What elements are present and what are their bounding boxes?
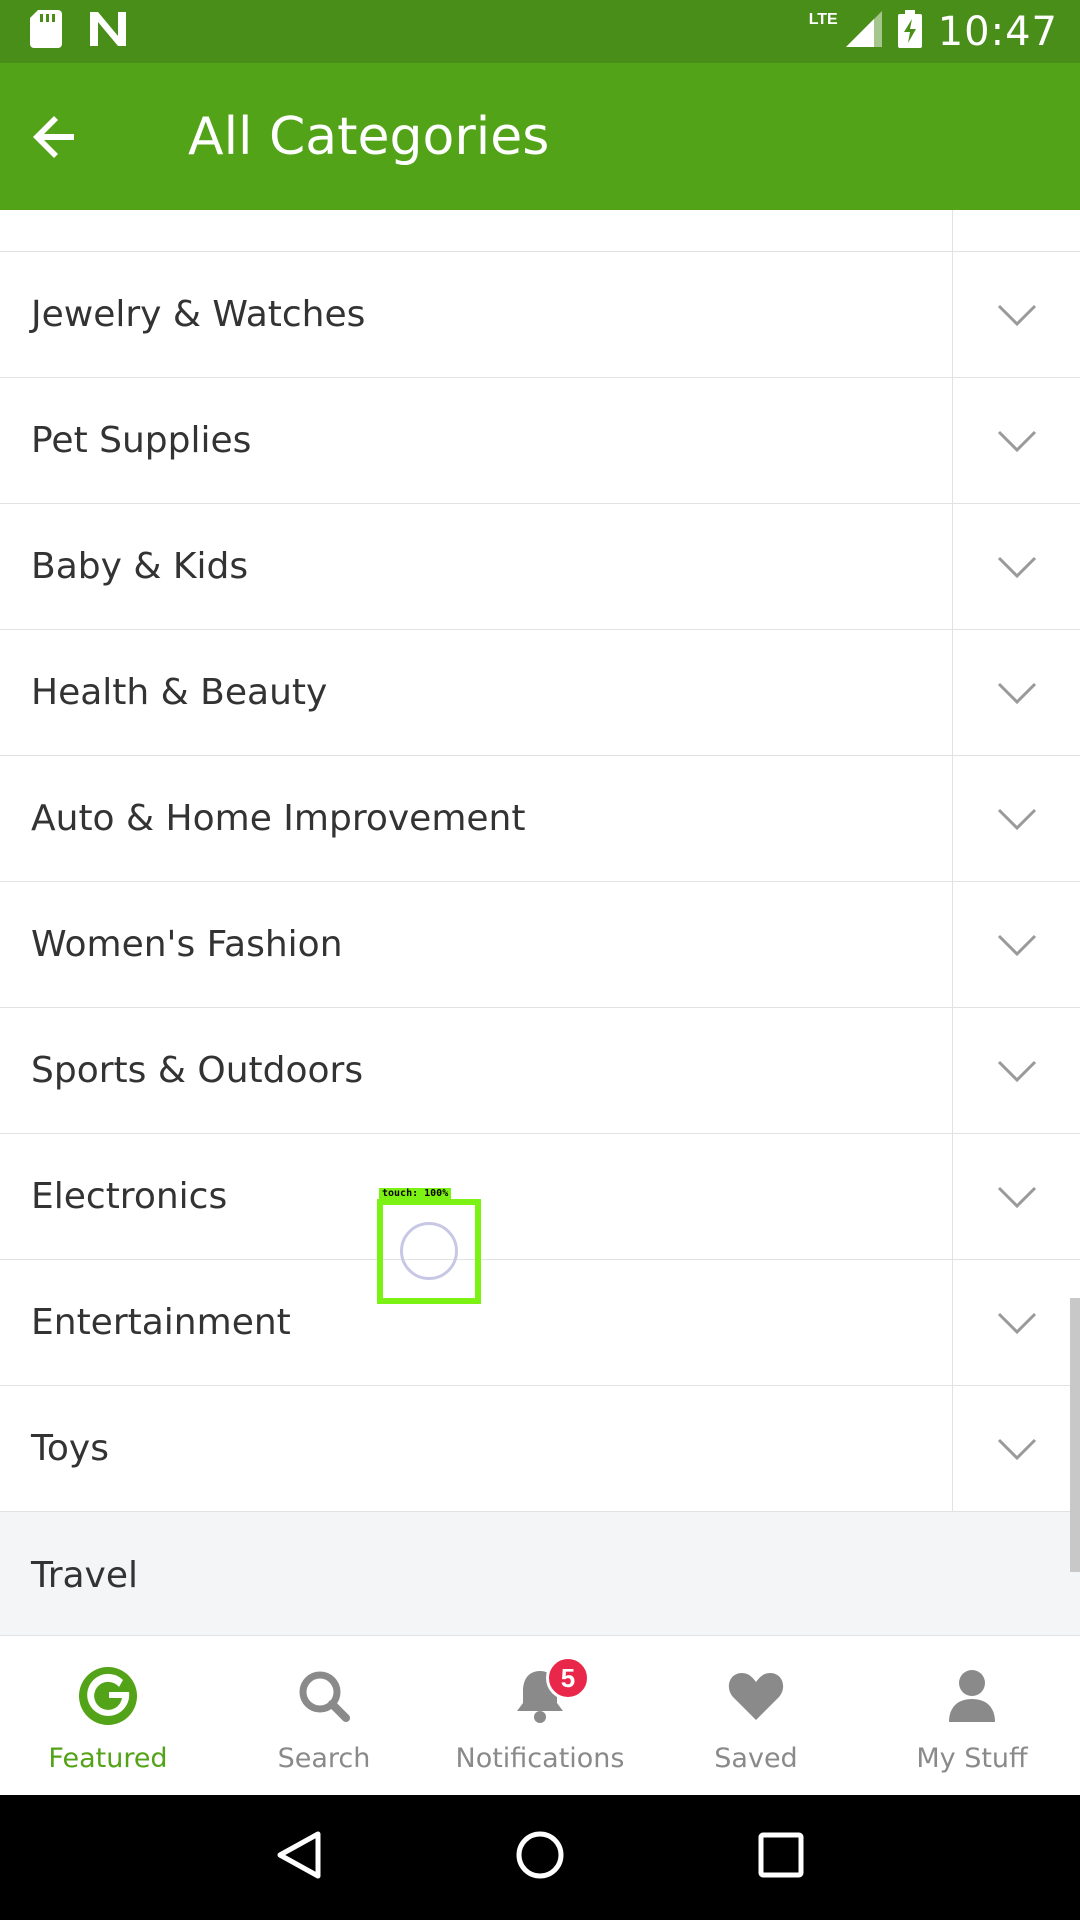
category-label: Women's Fashion [0,882,953,1007]
category-label: Auto & Home Improvement [0,756,953,881]
nav-my-stuff[interactable]: My Stuff [864,1636,1080,1795]
chevron-down-icon [997,682,1036,704]
expand-button[interactable] [953,378,1080,503]
nav-label: Notifications [455,1743,625,1774]
nav-label: My Stuff [916,1743,1028,1774]
n-notification-icon [88,12,128,51]
chevron-down-icon [997,556,1036,578]
chevron-down-icon [997,304,1036,326]
category-item[interactable]: Jewelry & Watches [0,252,1080,378]
category-item[interactable]: Sports & Outdoors [0,1008,1080,1134]
expand-button[interactable] [953,1386,1080,1511]
signal-icon [845,11,882,52]
category-label: Toys [0,1386,953,1511]
nav-saved[interactable]: Saved [648,1636,864,1795]
category-label: Health & Beauty [0,630,953,755]
circle-home-icon [516,1831,564,1879]
sd-card-icon [30,10,62,53]
category-label-partial [0,210,953,251]
category-item[interactable]: Pet Supplies [0,378,1080,504]
battery-charging-icon [897,10,922,53]
expand-button[interactable] [953,504,1080,629]
category-label: Jewelry & Watches [0,252,953,377]
expand-button[interactable] [953,756,1080,881]
groupon-g-icon [78,1666,138,1726]
category-item-travel[interactable]: Travel [0,1512,1080,1635]
expand-button[interactable] [953,1134,1080,1259]
notification-badge: 5 [546,1656,590,1700]
category-item[interactable]: Toys [0,1386,1080,1512]
chevron-down-icon [997,430,1036,452]
square-recents-icon [758,1832,804,1878]
nav-featured[interactable]: Featured [0,1636,216,1795]
chevron-down-icon [997,1060,1036,1082]
nav-notifications[interactable]: 5 Notifications [432,1636,648,1795]
category-list[interactable]: Jewelry & Watches Pet Supplies Baby & Ki… [0,210,1080,1635]
system-home-button[interactable] [515,1830,565,1885]
category-label: Baby & Kids [0,504,953,629]
chevron-down-icon [997,1312,1036,1334]
expand-button[interactable] [953,1008,1080,1133]
nav-label: Featured [48,1743,168,1774]
heart-icon [726,1666,786,1726]
expand-button[interactable] [953,630,1080,755]
touch-indicator-circle [400,1222,458,1280]
app-bar: All Categories [0,63,1080,210]
expand-button[interactable] [953,882,1080,1007]
category-item[interactable]: Entertainment [0,1260,1080,1386]
network-type: LTE [808,10,838,28]
scrollbar[interactable] [1070,1298,1080,1572]
nav-search[interactable]: Search [216,1636,432,1795]
bottom-nav: Featured Search 5 Notifications Saved My… [0,1635,1080,1795]
category-item[interactable]: Baby & Kids [0,504,1080,630]
chevron-down-icon [997,1186,1036,1208]
expand-button[interactable] [953,1260,1080,1385]
back-button[interactable] [0,63,150,210]
category-label: Travel [31,1554,139,1596]
nav-label: Saved [714,1743,798,1774]
person-icon [942,1666,1002,1726]
category-item[interactable]: Auto & Home Improvement [0,756,1080,882]
category-item[interactable]: Women's Fashion [0,882,1080,1008]
chevron-down-icon [997,808,1036,830]
back-arrow-icon [33,115,74,158]
triangle-back-icon [277,1831,321,1879]
category-label: Sports & Outdoors [0,1008,953,1133]
chevron-down-icon [997,934,1036,956]
clock: 10:47 [937,8,1058,55]
search-icon [294,1666,354,1726]
system-back-button[interactable] [276,1830,322,1885]
category-label: Pet Supplies [0,378,953,503]
page-title: All Categories [188,106,550,167]
expand-button[interactable] [953,210,1080,251]
category-item[interactable]: Health & Beauty [0,630,1080,756]
expand-button[interactable] [953,252,1080,377]
chevron-down-icon [997,1438,1036,1460]
category-item[interactable]: Electronics [0,1134,1080,1260]
system-recents-button[interactable] [758,1832,804,1883]
system-nav-bar [0,1795,1080,1920]
nav-label: Search [277,1743,371,1774]
status-left [30,10,128,53]
status-right: LTE 10:47 [801,9,1058,55]
list-item-partial[interactable] [0,210,1080,252]
status-bar: LTE 10:47 [0,0,1080,63]
